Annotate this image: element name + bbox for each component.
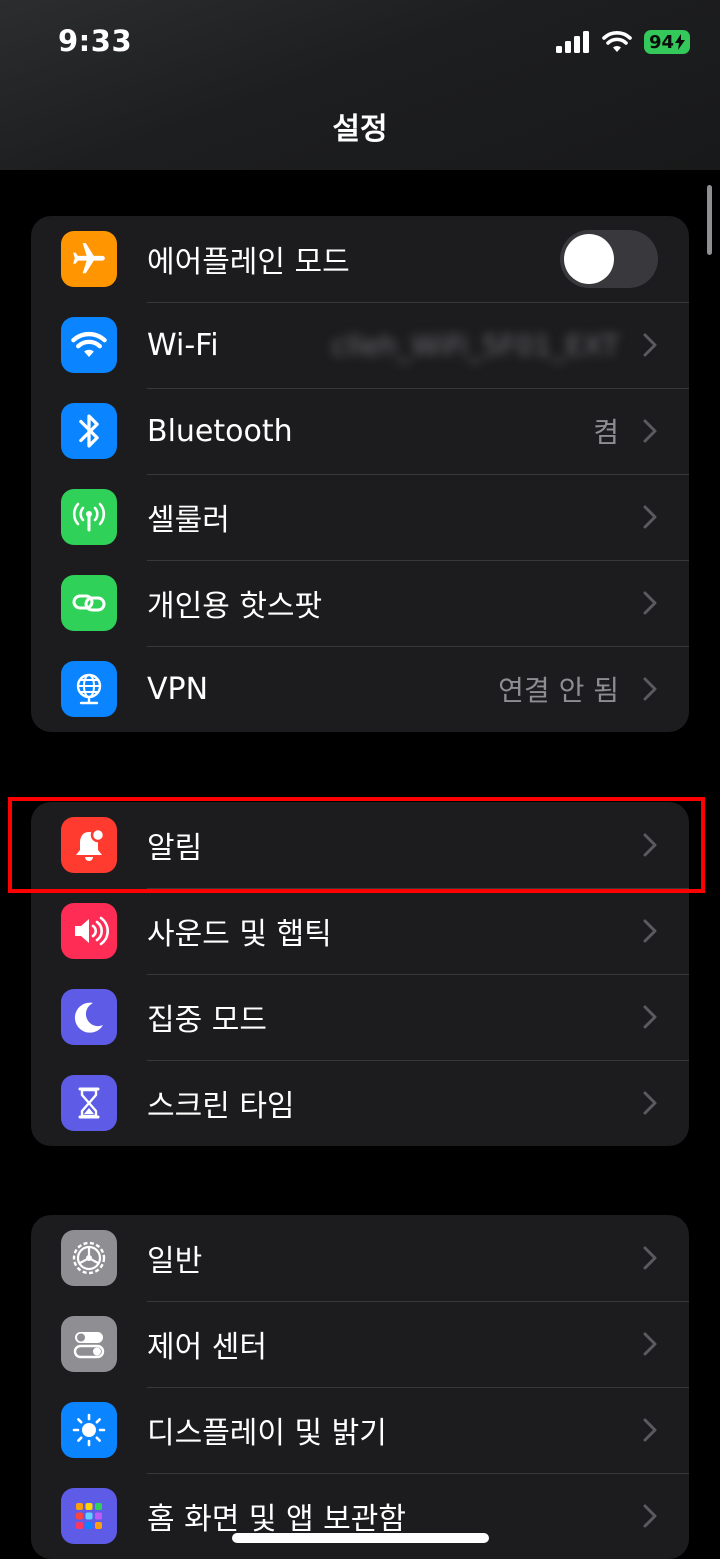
row-value: 연결 안 됨 xyxy=(498,674,619,707)
row-label: 일반 xyxy=(147,1244,203,1279)
signal-icon xyxy=(555,31,589,53)
gear-icon xyxy=(61,1230,117,1286)
airplane-icon xyxy=(61,231,117,287)
toggle-knob xyxy=(564,234,614,284)
row-label: 개인용 핫스팟 xyxy=(147,589,323,624)
hotspot-link-icon xyxy=(61,575,117,631)
chevron-right-icon xyxy=(643,1005,657,1029)
scroll-indicator[interactable] xyxy=(707,185,712,255)
row-label: VPN xyxy=(147,671,209,707)
row-label: 셀룰러 xyxy=(147,503,230,538)
bell-icon xyxy=(61,817,117,873)
airplane-mode-toggle[interactable] xyxy=(560,230,658,288)
row-value: clleh_WiFi_5F01_EXT xyxy=(331,328,619,362)
vpn-globe-icon xyxy=(61,661,117,717)
row-label: 에어플레인 모드 xyxy=(147,245,350,280)
row-label: 제어 센터 xyxy=(147,1330,267,1365)
settings-row-bluetooth[interactable]: Bluetooth 켬 xyxy=(31,388,689,474)
chevron-right-icon xyxy=(643,677,657,701)
settings-row-cellular[interactable]: 셀룰러 xyxy=(31,474,689,560)
row-label: 홈 화면 및 앱 보관함 xyxy=(147,1502,406,1537)
settings-row-sounds-haptics[interactable]: 사운드 및 햅틱 xyxy=(31,888,689,974)
settings-row-airplane-mode[interactable]: 에어플레인 모드 xyxy=(31,216,689,302)
home-indicator[interactable] xyxy=(232,1533,489,1543)
chevron-right-icon xyxy=(643,591,657,615)
settings-row-vpn[interactable]: VPN 연결 안 됨 xyxy=(31,646,689,732)
chevron-right-icon xyxy=(643,833,657,857)
chevron-right-icon xyxy=(643,505,657,529)
settings-row-personal-hotspot[interactable]: 개인용 핫스팟 xyxy=(31,560,689,646)
row-label: 사운드 및 햅틱 xyxy=(147,917,332,952)
settings-row-notifications[interactable]: 알림 xyxy=(31,802,689,888)
page-title: 설정 xyxy=(332,112,388,147)
settings-group-notifications: 알림 사운드 및 햅틱 집중 모드 스크린 타임 xyxy=(31,802,689,1146)
navigation-header: 9:33 94 설정 xyxy=(0,0,720,170)
speaker-icon xyxy=(61,903,117,959)
chevron-right-icon xyxy=(643,1246,657,1270)
settings-row-general[interactable]: 일반 xyxy=(31,1215,689,1301)
bluetooth-icon xyxy=(61,403,117,459)
chevron-right-icon xyxy=(643,419,657,443)
settings-row-wifi[interactable]: Wi-Fi clleh_WiFi_5F01_EXT xyxy=(31,302,689,388)
settings-row-display-brightness[interactable]: 디스플레이 및 밝기 xyxy=(31,1387,689,1473)
cellular-antenna-icon xyxy=(61,489,117,545)
chevron-right-icon xyxy=(643,1332,657,1356)
row-label: Bluetooth xyxy=(147,413,293,449)
status-time: 9:33 xyxy=(58,24,133,58)
battery-indicator: 94 xyxy=(643,30,690,54)
chevron-right-icon xyxy=(643,333,657,357)
row-value: 켬 xyxy=(593,416,619,449)
chevron-right-icon xyxy=(643,1418,657,1442)
settings-row-screen-time[interactable]: 스크린 타임 xyxy=(31,1060,689,1146)
row-label: 디스플레이 및 밝기 xyxy=(147,1416,387,1451)
moon-icon xyxy=(61,989,117,1045)
settings-group-connectivity: 에어플레인 모드 Wi-Fi clleh_WiFi_5F01_EXT Bluet… xyxy=(31,216,689,732)
settings-row-focus[interactable]: 집중 모드 xyxy=(31,974,689,1060)
settings-group-general: 일반 제어 센터 디스플레이 및 밝기 홈 화면 및 앱 보관함 xyxy=(31,1215,689,1559)
chevron-right-icon xyxy=(643,919,657,943)
status-icons: 94 xyxy=(555,30,690,54)
wifi-icon xyxy=(602,31,632,52)
battery-level: 94 xyxy=(648,31,674,53)
row-label: 알림 xyxy=(147,831,203,866)
settings-row-control-center[interactable]: 제어 센터 xyxy=(31,1301,689,1387)
hourglass-icon xyxy=(61,1075,117,1131)
app-grid-icon xyxy=(61,1488,117,1544)
sun-icon xyxy=(61,1402,117,1458)
row-label: Wi-Fi xyxy=(147,327,219,363)
wifi-icon xyxy=(61,317,117,373)
settings-row-home-screen[interactable]: 홈 화면 및 앱 보관함 xyxy=(31,1473,689,1559)
charging-bolt-icon xyxy=(675,34,685,50)
row-label: 집중 모드 xyxy=(147,1003,267,1038)
chevron-right-icon xyxy=(643,1091,657,1115)
chevron-right-icon xyxy=(643,1504,657,1528)
switches-icon xyxy=(61,1316,117,1372)
row-label: 스크린 타임 xyxy=(147,1089,295,1124)
